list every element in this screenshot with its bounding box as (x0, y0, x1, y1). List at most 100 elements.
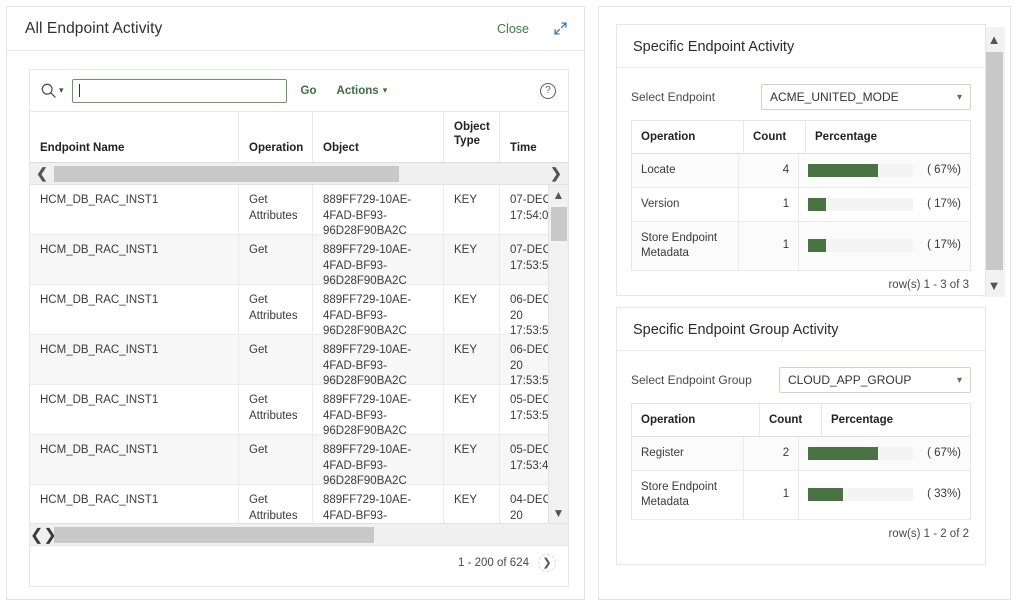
actions-menu-button[interactable]: Actions ▾ (337, 85, 388, 97)
modal-header: All Endpoint Activity Close (7, 7, 584, 51)
page-title: All Endpoint Activity (25, 20, 162, 38)
column-header-operation[interactable]: Operation (632, 404, 760, 436)
interactive-grid: ▾ Go Actions ▾ ? Endpoint Name Operation… (29, 69, 569, 587)
percentage-bar-fill (808, 164, 878, 177)
table-row[interactable]: HCM_DB_RAC_INST1Get889FF729-10AE-4FAD-BF… (30, 435, 568, 485)
table-row[interactable]: Store Endpoint Metadata1( 33%) (632, 471, 970, 520)
search-input[interactable] (72, 79, 287, 103)
cell-object: 889FF729-10AE-4FAD-BF93-96D28F90BA2C (313, 485, 444, 523)
hscroll-thumb[interactable] (54, 166, 399, 182)
cell-object-type: KEY (444, 385, 500, 434)
close-button[interactable]: Close (489, 18, 537, 40)
cell-operation: Get Attributes (239, 485, 313, 523)
cell-operation: Store Endpoint Metadata (632, 222, 739, 270)
column-header-count[interactable]: Count (744, 121, 806, 153)
grid-horizontal-scrollbar-bottom[interactable]: ❮ ❯ (30, 523, 568, 545)
hscroll-thumb-bottom[interactable] (54, 527, 374, 543)
select-endpoint-dropdown[interactable]: ACME_UNITED_MODE ▾ (761, 84, 971, 110)
table-row[interactable]: Register2( 67%) (632, 437, 970, 471)
right-panel-scrollbar[interactable]: ▲ ▼ (983, 27, 1005, 297)
right-panel: ▲ ▼ Specific Endpoint Activity Select En… (598, 6, 1011, 600)
endpoint-group-activity-table: Operation Count Percentage Register2( 67… (631, 403, 971, 520)
cell-endpoint-name: HCM_DB_RAC_INST1 (30, 285, 239, 334)
column-header-count[interactable]: Count (760, 404, 822, 436)
chevron-down-icon: ▾ (59, 85, 64, 96)
go-button[interactable]: Go (301, 85, 317, 97)
grid-body: HCM_DB_RAC_INST1Get Attributes889FF729-1… (30, 185, 568, 523)
cell-object: 889FF729-10AE-4FAD-BF93-96D28F90BA2C (313, 285, 444, 334)
table-row[interactable]: HCM_DB_RAC_INST1Get Attributes889FF729-1… (30, 385, 568, 435)
scroll-right-icon[interactable]: ❯ (544, 163, 568, 184)
cell-operation: Get Attributes (239, 285, 313, 334)
cell-percentage: ( 33%) (799, 471, 970, 519)
column-header-operation[interactable]: Operation (632, 121, 744, 153)
table-row[interactable]: Locate4( 67%) (632, 154, 970, 188)
table-row[interactable]: HCM_DB_RAC_INST1Get Attributes889FF729-1… (30, 185, 568, 235)
table-row[interactable]: HCM_DB_RAC_INST1Get Attributes889FF729-1… (30, 285, 568, 335)
cell-count: 1 (739, 222, 799, 270)
percentage-label: ( 17%) (927, 197, 961, 212)
cell-object-type: KEY (444, 285, 500, 334)
cell-endpoint-name: HCM_DB_RAC_INST1 (30, 385, 239, 434)
expand-diagonal-icon[interactable] (553, 21, 568, 36)
cell-endpoint-name: HCM_DB_RAC_INST1 (30, 335, 239, 384)
table-row[interactable]: HCM_DB_RAC_INST1Get889FF729-10AE-4FAD-BF… (30, 335, 568, 385)
cell-endpoint-name: HCM_DB_RAC_INST1 (30, 185, 239, 234)
column-header-operation[interactable]: Operation (239, 112, 313, 162)
specific-endpoint-activity-card: Specific Endpoint Activity Select Endpoi… (616, 24, 986, 296)
grid-column-headers: Endpoint Name Operation Object Object Ty… (30, 112, 568, 163)
scroll-up-icon[interactable]: ▲ (549, 185, 568, 205)
cell-endpoint-name: HCM_DB_RAC_INST1 (30, 435, 239, 484)
search-icon[interactable]: ▾ (40, 82, 64, 99)
cell-operation: Get (239, 335, 313, 384)
column-header-endpoint-name[interactable]: Endpoint Name (30, 112, 239, 162)
cell-object-type: KEY (444, 235, 500, 284)
scroll-down-icon[interactable]: ▼ (549, 503, 568, 523)
cell-count: 1 (739, 188, 799, 221)
select-endpoint-group-value: CLOUD_APP_GROUP (788, 373, 911, 387)
cell-object-type: KEY (444, 335, 500, 384)
select-endpoint-row: Select Endpoint ACME_UNITED_MODE ▾ (617, 68, 985, 120)
column-header-time[interactable]: Time (500, 112, 568, 162)
table-footer-count: row(s) 1 - 2 of 2 (617, 520, 985, 540)
table-row[interactable]: HCM_DB_RAC_INST1Get889FF729-10AE-4FAD-BF… (30, 235, 568, 285)
cell-count: 2 (744, 437, 800, 470)
column-header-percentage[interactable]: Percentage (822, 404, 970, 436)
cell-operation: Get Attributes (239, 385, 313, 434)
percentage-bar-fill (808, 488, 843, 501)
cell-object: 889FF729-10AE-4FAD-BF93-96D28F90BA2C (313, 435, 444, 484)
pagination-next-button[interactable]: ❯ (538, 554, 556, 572)
pagination-text: 1 - 200 of 624 (458, 557, 529, 569)
table-header-row: Operation Count Percentage (632, 404, 970, 437)
column-header-object[interactable]: Object (313, 112, 444, 162)
help-circle-icon[interactable]: ? (540, 83, 556, 99)
select-endpoint-value: ACME_UNITED_MODE (770, 90, 899, 104)
app-root: All Endpoint Activity Close (0, 0, 1017, 606)
grid-vertical-scrollbar[interactable]: ▲ ▼ (548, 185, 568, 523)
chevron-down-icon: ▾ (383, 85, 388, 96)
grid-horizontal-scrollbar-top[interactable]: ❮ ❯ (30, 163, 568, 185)
select-endpoint-group-row: Select Endpoint Group CLOUD_APP_GROUP ▾ (617, 351, 985, 403)
percentage-bar-fill (808, 447, 878, 460)
scroll-left-icon[interactable]: ❮ (30, 525, 43, 545)
scroll-down-icon[interactable]: ▼ (983, 273, 1005, 297)
percentage-bar-fill (808, 239, 826, 252)
percentage-bar-track (808, 164, 913, 177)
table-row[interactable]: Store Endpoint Metadata1( 17%) (632, 222, 970, 271)
cell-operation: Get (239, 235, 313, 284)
cell-object: 889FF729-10AE-4FAD-BF93-96D28F90BA2C (313, 335, 444, 384)
table-row[interactable]: Version1 ( 17%) (632, 188, 970, 222)
column-header-percentage[interactable]: Percentage (806, 121, 970, 153)
right-scroll-thumb[interactable] (985, 52, 1003, 270)
text-caret (79, 84, 80, 97)
table-row[interactable]: HCM_DB_RAC_INST1Get Attributes889FF729-1… (30, 485, 568, 523)
select-endpoint-group-dropdown[interactable]: CLOUD_APP_GROUP ▾ (779, 367, 971, 393)
column-header-object-type[interactable]: Object Type (444, 112, 500, 162)
scroll-up-icon[interactable]: ▲ (983, 27, 1005, 51)
vscroll-thumb[interactable] (551, 207, 567, 241)
cell-operation: Register (632, 437, 744, 470)
cell-operation: Version (632, 188, 739, 221)
percentage-label: ( 67%) (927, 163, 961, 178)
scroll-left-icon[interactable]: ❮ (30, 165, 54, 182)
grid-footer: 1 - 200 of 624 ❯ (30, 545, 568, 579)
